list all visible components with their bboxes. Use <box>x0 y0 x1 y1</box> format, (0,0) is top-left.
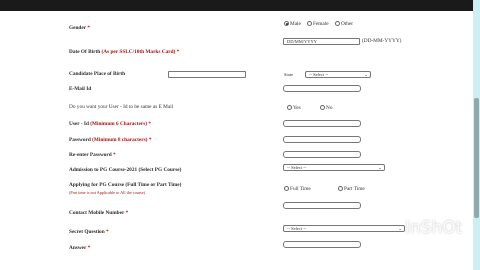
reenter-password-label: Re-enter Password * <box>69 152 116 158</box>
birthplace-label: Candidate Place of Birth <box>69 71 126 77</box>
state-label: State <box>284 71 293 77</box>
state-select[interactable]: -- Select -- ⌄ <box>305 71 371 78</box>
scrollbar-thumb[interactable] <box>474 98 479 218</box>
userid-label: User - Id (Minimum 6 Characters) * <box>69 121 152 127</box>
gender-male-label: Male <box>290 20 301 27</box>
part-time-radio[interactable] <box>338 186 343 191</box>
password-label: Password (Minimum 8 characters) * <box>69 137 152 143</box>
userid-input[interactable] <box>283 120 361 127</box>
part-time-label: Part Time <box>344 185 365 192</box>
gender-other-radio[interactable] <box>335 21 340 26</box>
gender-female-label: Female <box>313 20 329 27</box>
admission-course-select[interactable]: -- Select -- ⌄ <box>283 164 385 171</box>
same-as-email-no-radio[interactable] <box>320 105 325 110</box>
full-time-radio[interactable] <box>284 186 289 191</box>
gender-other-label: Other <box>341 20 354 27</box>
dob-format-hint: (DD-MM-YYYY) <box>362 38 402 44</box>
gender-female-radio[interactable] <box>307 21 312 26</box>
mobile-label: Contact Mobile Number * <box>69 210 129 216</box>
applying-label: Applying for PG Course (Full Time or Par… <box>69 182 182 188</box>
email-input[interactable] <box>283 85 361 92</box>
applying-note: (Part time is not Applicable to All the … <box>69 189 146 195</box>
gender-label: Gender * <box>69 25 90 31</box>
registration-form-page: Gender * Male Female Other Date Of Birth… <box>0 0 473 270</box>
same-as-email-yes-label: Yes <box>293 104 301 111</box>
top-bar <box>0 0 473 11</box>
answer-label: Answer * <box>69 245 91 251</box>
same-as-email-yes-radio[interactable] <box>287 105 292 110</box>
answer-input[interactable] <box>283 241 361 248</box>
same-as-email-no-label: No <box>326 104 333 111</box>
admission-label: Admission to PG Course-2021 (Select PG C… <box>69 167 182 173</box>
inshot-watermark: InShOt <box>405 218 463 238</box>
email-label: E-Mail Id <box>69 86 92 92</box>
mobile-input[interactable] <box>283 202 361 209</box>
birthplace-input[interactable] <box>168 71 246 78</box>
gender-male-radio[interactable] <box>284 21 289 26</box>
secret-question-label: Secret Question * <box>69 229 109 235</box>
secret-question-select[interactable]: -- Select -- ⌄ <box>283 225 405 232</box>
reenter-password-input[interactable] <box>283 151 361 158</box>
dob-label: Date Of Birth (As per SSLC/10th Marks Ca… <box>69 49 180 55</box>
dob-input[interactable]: DD/MM/YYYY <box>283 38 360 45</box>
same-as-email-label: Do you want your User - Id to be same as… <box>69 104 174 110</box>
password-input[interactable] <box>283 136 361 143</box>
full-time-label: Full Time <box>290 185 311 192</box>
